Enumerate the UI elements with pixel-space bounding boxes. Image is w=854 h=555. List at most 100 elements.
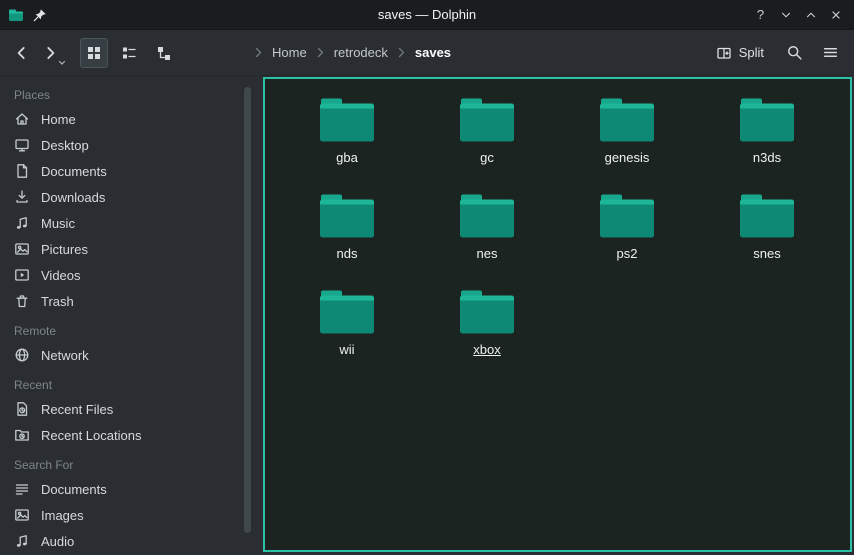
- app-folder-icon: [8, 7, 24, 23]
- sidebar-item-downloads[interactable]: Downloads: [0, 184, 240, 210]
- folder-icon: [458, 97, 516, 143]
- sidebar-item-label: Images: [41, 508, 84, 523]
- titlebar-left: [0, 7, 47, 23]
- split-label: Split: [739, 45, 764, 60]
- sidebar-item-label: Audio: [41, 534, 74, 549]
- breadcrumb-item[interactable]: Home: [272, 45, 307, 60]
- folder-label: gba: [336, 150, 358, 165]
- sidebar-item-desktop[interactable]: Desktop: [0, 132, 240, 158]
- section-search-for: Search For Documents Images Audio: [0, 454, 240, 554]
- sidebar-item-label: Home: [41, 112, 76, 127]
- close-button[interactable]: [823, 3, 848, 27]
- icons-view-button[interactable]: [80, 38, 108, 68]
- chevron-right-icon: [254, 47, 263, 58]
- folder-icon: [318, 289, 376, 335]
- menu-button[interactable]: [816, 38, 844, 68]
- sidebar-item-trash[interactable]: Trash: [0, 288, 240, 314]
- folder-icon: [598, 97, 656, 143]
- chevron-up-icon: [804, 8, 818, 22]
- split-button[interactable]: Split: [708, 38, 772, 68]
- maximize-button[interactable]: [798, 3, 823, 27]
- toolbar: Home retrodeck saves Split: [0, 30, 854, 76]
- folder-label: n3ds: [753, 150, 781, 165]
- sidebar-item-audio[interactable]: Audio: [0, 528, 240, 554]
- sidebar-item-network[interactable]: Network: [0, 342, 240, 368]
- sidebar-item-label: Desktop: [41, 138, 89, 153]
- recent-locations-icon: [14, 427, 30, 443]
- folder-item-n3ds[interactable]: n3ds: [697, 79, 837, 175]
- pin-icon[interactable]: [33, 8, 47, 22]
- sidebar-item-images[interactable]: Images: [0, 502, 240, 528]
- folder-item-wii[interactable]: wii: [277, 271, 417, 367]
- sidebar-scrollbar[interactable]: [244, 87, 251, 533]
- search-audio-icon: [14, 533, 30, 549]
- sidebar-item-label: Music: [41, 216, 75, 231]
- breadcrumb-segment-saves: saves: [397, 45, 451, 60]
- folder-item-genesis[interactable]: genesis: [557, 79, 697, 175]
- folder-item-gc[interactable]: gc: [417, 79, 557, 175]
- section-header: Search For: [0, 454, 240, 476]
- folder-label: genesis: [605, 150, 650, 165]
- tree-view-icon: [156, 45, 172, 61]
- back-button[interactable]: [8, 38, 36, 68]
- search-button[interactable]: [780, 38, 808, 68]
- details-view-button[interactable]: [115, 38, 143, 68]
- folder-item-ps2[interactable]: ps2: [557, 175, 697, 271]
- section-remote: Remote Network: [0, 320, 240, 368]
- search-icon: [786, 44, 803, 61]
- sidebar-item-home[interactable]: Home: [0, 106, 240, 132]
- sidebar-item-label: Recent Files: [41, 402, 113, 417]
- chevron-down-icon: [779, 8, 793, 22]
- folder-item-gba[interactable]: gba: [277, 79, 417, 175]
- toolbar-right: Split: [708, 38, 844, 68]
- network-icon: [14, 347, 30, 363]
- sidebar-item-recent-locations[interactable]: Recent Locations: [0, 422, 240, 448]
- folder-label: xbox: [473, 342, 500, 357]
- chevron-right-icon: [397, 47, 406, 58]
- split-icon: [716, 45, 732, 61]
- section-header: Places: [0, 84, 240, 106]
- sidebar-item-documents[interactable]: Documents: [0, 158, 240, 184]
- folder-item-xbox[interactable]: xbox: [417, 271, 557, 367]
- sidebar-item-label: Network: [41, 348, 89, 363]
- window-controls: ?: [748, 3, 854, 27]
- section-header: Recent: [0, 374, 240, 396]
- tree-view-button[interactable]: [150, 38, 178, 68]
- sidebar-item-videos[interactable]: Videos: [0, 262, 240, 288]
- folder-item-snes[interactable]: snes: [697, 175, 837, 271]
- folder-icon: [318, 193, 376, 239]
- folder-icon: [738, 97, 796, 143]
- breadcrumb-segment-home: Home: [254, 45, 307, 60]
- breadcrumb-item[interactable]: retrodeck: [334, 45, 388, 60]
- trash-icon: [14, 293, 30, 309]
- documents-icon: [14, 163, 30, 179]
- breadcrumb: Home retrodeck saves: [254, 45, 460, 60]
- sidebar-item-label: Documents: [41, 164, 107, 179]
- folder-label: gc: [480, 150, 494, 165]
- search-documents-icon: [14, 481, 30, 497]
- content: Places Home Desktop Documents Downloads …: [0, 76, 854, 554]
- downloads-icon: [14, 189, 30, 205]
- window-title: saves — Dolphin: [0, 7, 854, 22]
- videos-icon: [14, 267, 30, 283]
- sidebar-item-label: Documents: [41, 482, 107, 497]
- section-places: Places Home Desktop Documents Downloads …: [0, 84, 240, 314]
- sidebar-item-music[interactable]: Music: [0, 210, 240, 236]
- folder-label: snes: [753, 246, 780, 261]
- forward-button[interactable]: [36, 38, 64, 68]
- home-icon: [14, 111, 30, 127]
- folder-label: wii: [339, 342, 354, 357]
- sidebar-item-recent-files[interactable]: Recent Files: [0, 396, 240, 422]
- breadcrumb-item[interactable]: saves: [415, 45, 451, 60]
- minimize-button[interactable]: [773, 3, 798, 27]
- view-mode-group: [80, 38, 178, 68]
- folder-item-nds[interactable]: nds: [277, 175, 417, 271]
- sidebar-item-pictures[interactable]: Pictures: [0, 236, 240, 262]
- sidebar-item-documents[interactable]: Documents: [0, 476, 240, 502]
- sidebar-scroll-strip: [240, 76, 263, 554]
- back-icon: [13, 44, 31, 62]
- folder-item-nes[interactable]: nes: [417, 175, 557, 271]
- help-button[interactable]: ?: [748, 3, 773, 27]
- chevron-right-icon: [316, 47, 325, 58]
- folder-view[interactable]: gba gc genesis n3ds nds nes: [263, 77, 852, 552]
